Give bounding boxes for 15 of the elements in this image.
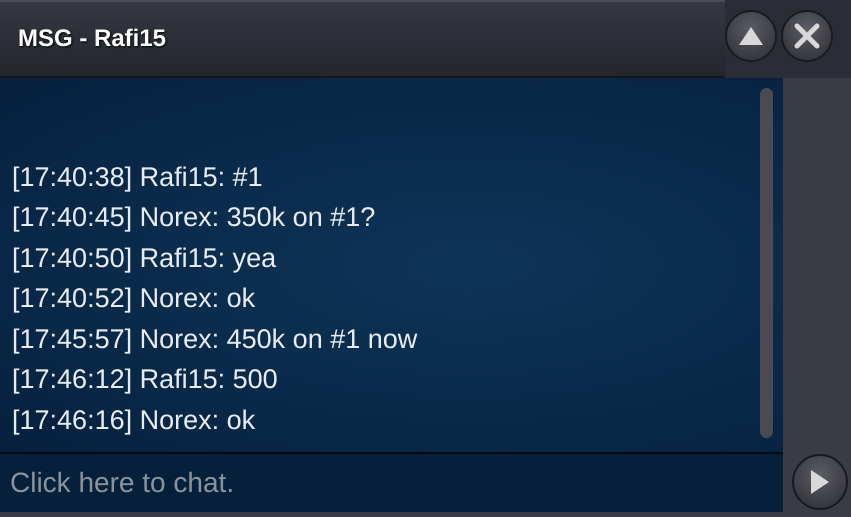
chat-input[interactable]: Click here to chat. bbox=[0, 452, 783, 512]
chat-message: [17:40:50] Rafi15: yea bbox=[12, 242, 278, 275]
scrollbar-thumb[interactable] bbox=[760, 88, 773, 438]
chat-message: [17:45:57] Norex: 450k on #1 now bbox=[12, 322, 418, 356]
close-button[interactable] bbox=[781, 10, 833, 62]
chat-message: [17:46:12] Rafi15: 500 bbox=[12, 363, 279, 396]
play-icon bbox=[809, 468, 831, 496]
collapse-button[interactable] bbox=[725, 10, 777, 62]
chat-message: [17:40:52] Norex: ok bbox=[12, 282, 256, 315]
triangle-up-icon bbox=[737, 25, 765, 47]
window-title: MSG - Rafi15 bbox=[18, 25, 166, 53]
chat-message: [17:46:16] Norex: ok bbox=[12, 404, 256, 437]
chat-message: [17:40:45] Norex: 350k on #1? bbox=[12, 201, 376, 234]
close-icon bbox=[794, 23, 820, 49]
chat-message: [17:40:38] Rafi15: #1 bbox=[12, 160, 264, 194]
